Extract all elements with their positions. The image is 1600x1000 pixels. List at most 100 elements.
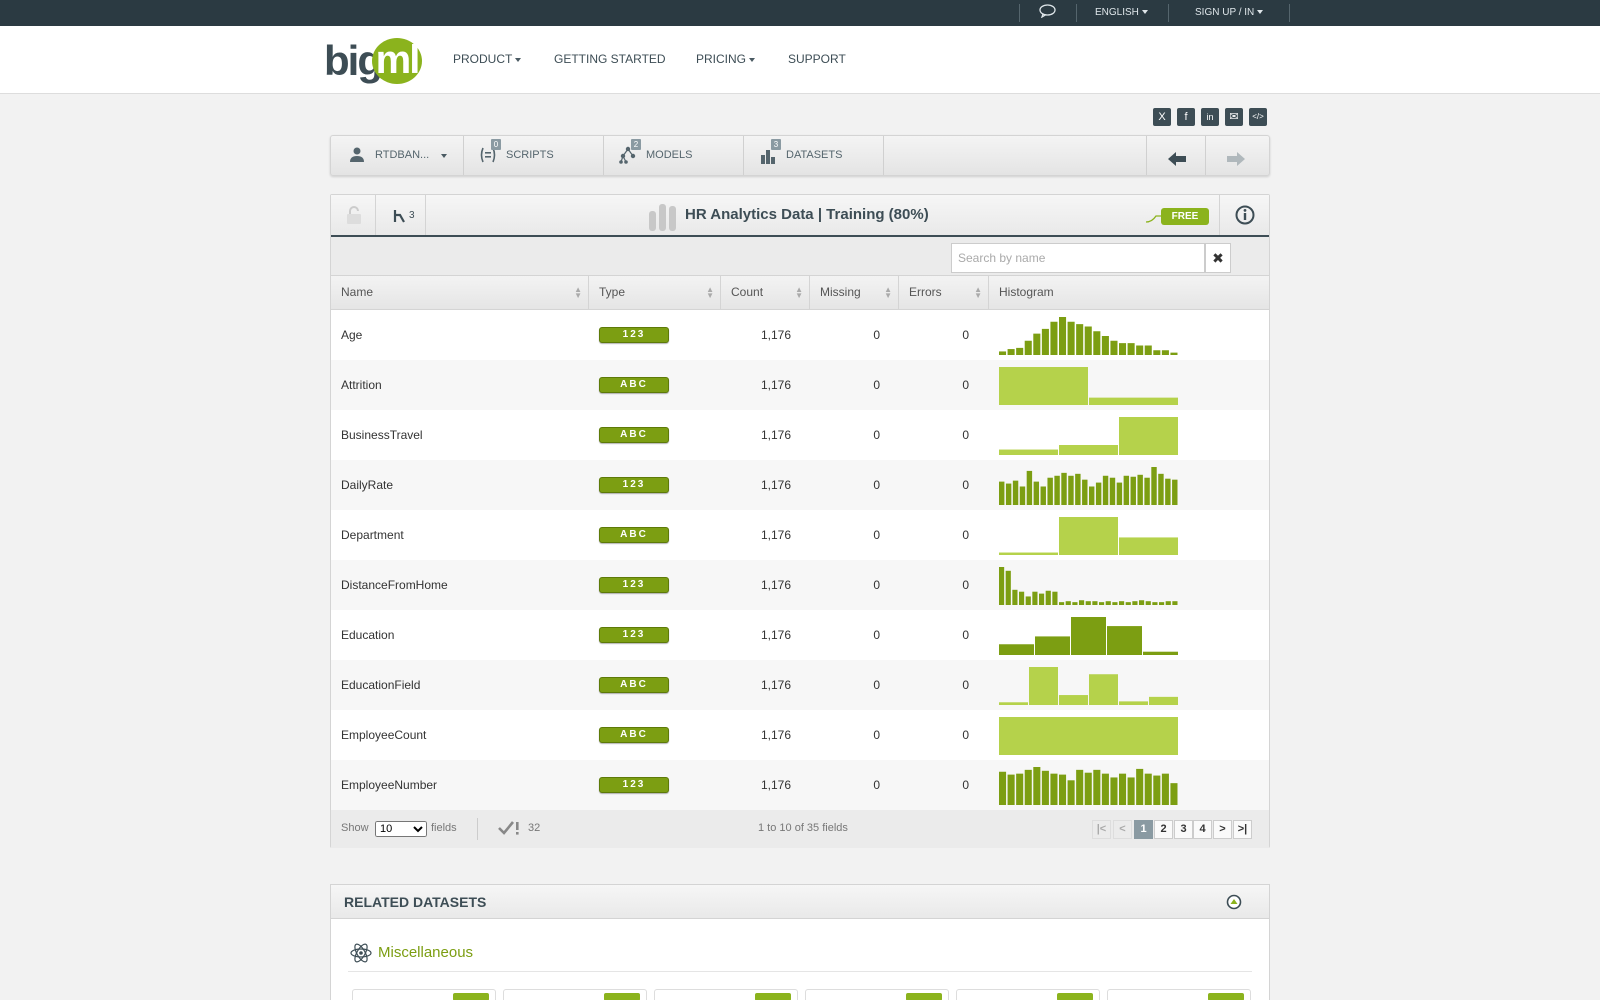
search-input[interactable]	[951, 243, 1205, 273]
field-histogram[interactable]	[999, 315, 1179, 355]
field-name[interactable]: Age	[341, 328, 362, 342]
field-errors: 0	[962, 578, 969, 592]
page-button-3[interactable]: 3	[1174, 820, 1193, 839]
page-button-2[interactable]: 2	[1154, 820, 1173, 839]
facebook-share-icon[interactable]: f	[1177, 108, 1195, 126]
field-name[interactable]: Attrition	[341, 378, 382, 392]
next-page-button[interactable]: >	[1213, 820, 1232, 839]
prev-page-button[interactable]: <	[1113, 820, 1132, 839]
field-histogram[interactable]	[999, 715, 1179, 755]
table-footer: Show 10 fields 32 1 to 10 of 35 fields |…	[331, 810, 1269, 848]
nav-product[interactable]: PRODUCT	[453, 52, 522, 66]
histogram-bar	[1072, 602, 1078, 605]
histogram-bar	[1139, 600, 1145, 605]
free-badge	[604, 993, 640, 1000]
back-button[interactable]	[1146, 136, 1206, 175]
first-page-icon: |<	[1096, 823, 1107, 835]
field-errors: 0	[962, 678, 969, 692]
column-label: Errors	[909, 285, 942, 299]
check-warning-icon[interactable]	[498, 820, 522, 839]
field-histogram[interactable]	[999, 565, 1179, 605]
table-row[interactable]: DailyRate 123 1,176 0 0	[331, 460, 1269, 510]
table-row[interactable]: Age 123 1,176 0 0	[331, 310, 1269, 360]
info-button[interactable]	[1219, 195, 1269, 235]
field-name[interactable]: Education	[341, 628, 394, 642]
search-row: ✖	[331, 237, 1269, 275]
related-dataset-card[interactable]	[352, 989, 496, 1000]
lock-button[interactable]	[331, 195, 376, 235]
table-row[interactable]: EmployeeNumber 123 1,176 0 0	[331, 760, 1269, 810]
related-dataset-card[interactable]	[805, 989, 949, 1000]
collapse-button[interactable]	[1226, 894, 1242, 915]
related-dataset-card[interactable]	[654, 989, 798, 1000]
field-name[interactable]: EmployeeCount	[341, 728, 426, 742]
check-count: 32	[528, 822, 541, 834]
histogram-bar	[1102, 475, 1109, 505]
x-share-icon[interactable]: X	[1153, 108, 1171, 126]
bigml-logo[interactable]: big ml	[324, 38, 424, 84]
histogram-bar	[1026, 470, 1033, 505]
field-histogram[interactable]	[999, 365, 1179, 405]
histogram-bar	[1101, 336, 1109, 355]
table-row[interactable]: Education 123 1,176 0 0	[331, 610, 1269, 660]
field-errors: 0	[962, 778, 969, 792]
chat-icon[interactable]	[1039, 0, 1056, 26]
field-name[interactable]: DistanceFromHome	[341, 578, 448, 592]
sources-count[interactable]: 3	[376, 195, 426, 235]
page-button-1[interactable]: 1	[1134, 820, 1153, 839]
field-name[interactable]: DailyRate	[341, 478, 393, 492]
field-name[interactable]: Department	[341, 528, 404, 542]
table-row[interactable]: BusinessTravel ABC 1,176 0 0	[331, 410, 1269, 460]
embed-code-icon[interactable]: </>	[1249, 108, 1267, 126]
first-page-button[interactable]: |<	[1092, 820, 1111, 839]
field-histogram[interactable]	[999, 765, 1179, 805]
nav-pricing[interactable]: PRICING	[696, 52, 756, 66]
last-page-button[interactable]: >|	[1233, 820, 1252, 839]
page-button-4[interactable]: 4	[1193, 820, 1212, 839]
language-menu[interactable]: ENGLISH	[1095, 0, 1148, 26]
related-dataset-card[interactable]	[1107, 989, 1251, 1000]
histogram-bar	[1159, 602, 1165, 605]
related-dataset-card[interactable]	[503, 989, 647, 1000]
nav-getting-started[interactable]: GETTING STARTED	[554, 52, 666, 66]
field-histogram[interactable]	[999, 465, 1179, 505]
histogram-bar	[1105, 601, 1111, 605]
column-header-type[interactable]: Type ▲ ▼	[589, 276, 721, 310]
signup-menu[interactable]: SIGN UP / IN	[1195, 0, 1264, 26]
related-category-link[interactable]: Miscellaneous	[378, 944, 473, 961]
field-name[interactable]: BusinessTravel	[341, 428, 423, 442]
user-name: RTDBAN...	[375, 149, 430, 161]
related-dataset-card[interactable]	[956, 989, 1100, 1000]
histogram-bar	[999, 449, 1058, 455]
table-row[interactable]: EmployeeCount ABC 1,176 0 0	[331, 710, 1269, 760]
histogram-bar	[1075, 473, 1081, 505]
column-header-errors[interactable]: Errors ▲ ▼	[899, 276, 989, 310]
page-size-select[interactable]: 10	[375, 821, 427, 837]
table-row[interactable]: Attrition ABC 1,176 0 0	[331, 360, 1269, 410]
datasets-link[interactable]: 3 DATASETS	[744, 136, 884, 175]
table-row[interactable]: Department ABC 1,176 0 0	[331, 510, 1269, 560]
table-row[interactable]: DistanceFromHome 123 1,176 0 0	[331, 560, 1269, 610]
column-header-name[interactable]: Name ▲ ▼	[331, 276, 589, 310]
linkedin-share-icon[interactable]: in	[1201, 108, 1219, 126]
field-histogram[interactable]	[999, 665, 1179, 705]
email-share-icon[interactable]: ✉	[1225, 108, 1243, 126]
column-header-count[interactable]: Count ▲ ▼	[721, 276, 810, 310]
forward-button[interactable]	[1206, 136, 1269, 175]
nav-support[interactable]: SUPPORT	[788, 52, 846, 66]
separator	[1076, 4, 1077, 22]
histogram-bar	[999, 717, 1178, 755]
field-name[interactable]: EducationField	[341, 678, 420, 692]
field-name[interactable]: EmployeeNumber	[341, 778, 437, 792]
column-header-missing[interactable]: Missing ▲ ▼	[810, 276, 899, 310]
field-histogram[interactable]	[999, 515, 1179, 555]
models-link[interactable]: 2 MODELS	[604, 136, 744, 175]
field-histogram[interactable]	[999, 615, 1179, 655]
histogram-bar	[1024, 769, 1032, 805]
clear-search-button[interactable]: ✖	[1205, 243, 1231, 273]
field-histogram[interactable]	[999, 415, 1179, 455]
scripts-link[interactable]: 0 SCRIPTS	[464, 136, 604, 175]
table-row[interactable]: EducationField ABC 1,176 0 0	[331, 660, 1269, 710]
user-menu[interactable]: RTDBAN...	[331, 136, 464, 175]
chevron-down-icon	[515, 57, 522, 62]
